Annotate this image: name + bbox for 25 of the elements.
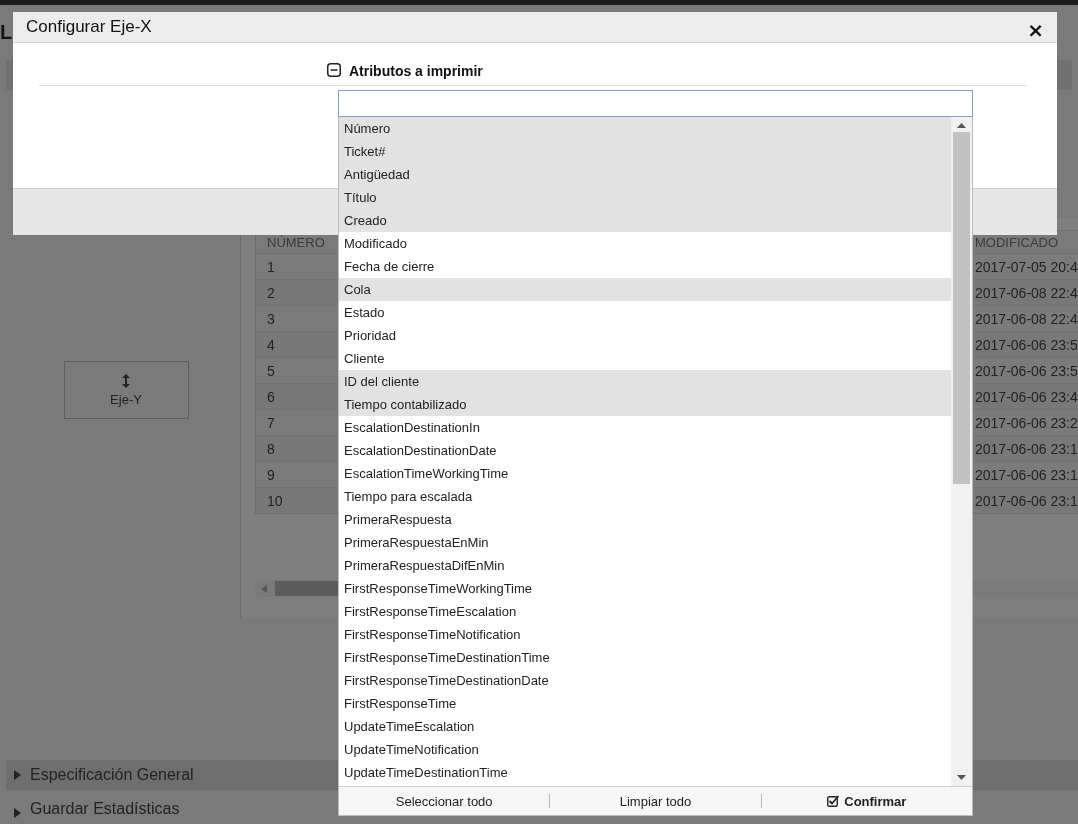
group-label: Atributos a imprimir [349,63,483,79]
table-cell: 2017-06-06 23:5 [975,336,1078,353]
table-cell-text: 9 [266,466,276,483]
table-cell: 2017-07-05 20:4 [975,258,1078,275]
page-title: L [0,21,13,44]
table-cell: 2017-06-06 23:1 [975,466,1078,483]
table-cell: 2017-06-08 22:4 [975,310,1078,327]
table-cell: 2017-06-06 23:1 [975,492,1078,509]
table-cell: 2017-06-08 22:4 [975,284,1078,301]
table-cell-text: 2 [266,284,276,301]
table-cell-text: 8 [266,440,276,457]
column-header: MODIFICADO [975,234,1059,250]
table-cell-text: 5 [266,362,276,379]
table-cell-text: 7 [266,414,276,431]
table-cell-text: 4 [266,336,276,353]
table-cell-text: 3 [266,310,276,327]
column-header: NÚMERO [266,234,326,250]
table-cell: 2017-06-06 23:1 [975,440,1078,457]
table-cell-text: 10 [266,492,284,509]
table-cell: 2017-06-06 23:4 [975,388,1078,405]
table-cell: 2017-06-06 23:5 [975,362,1078,379]
table-cell-text: 6 [266,388,276,405]
table-cell: 2017-06-06 23:2 [975,414,1078,431]
table-cell-text: 1 [266,258,276,275]
dialog-title: Configurar Eje-X [26,17,152,37]
